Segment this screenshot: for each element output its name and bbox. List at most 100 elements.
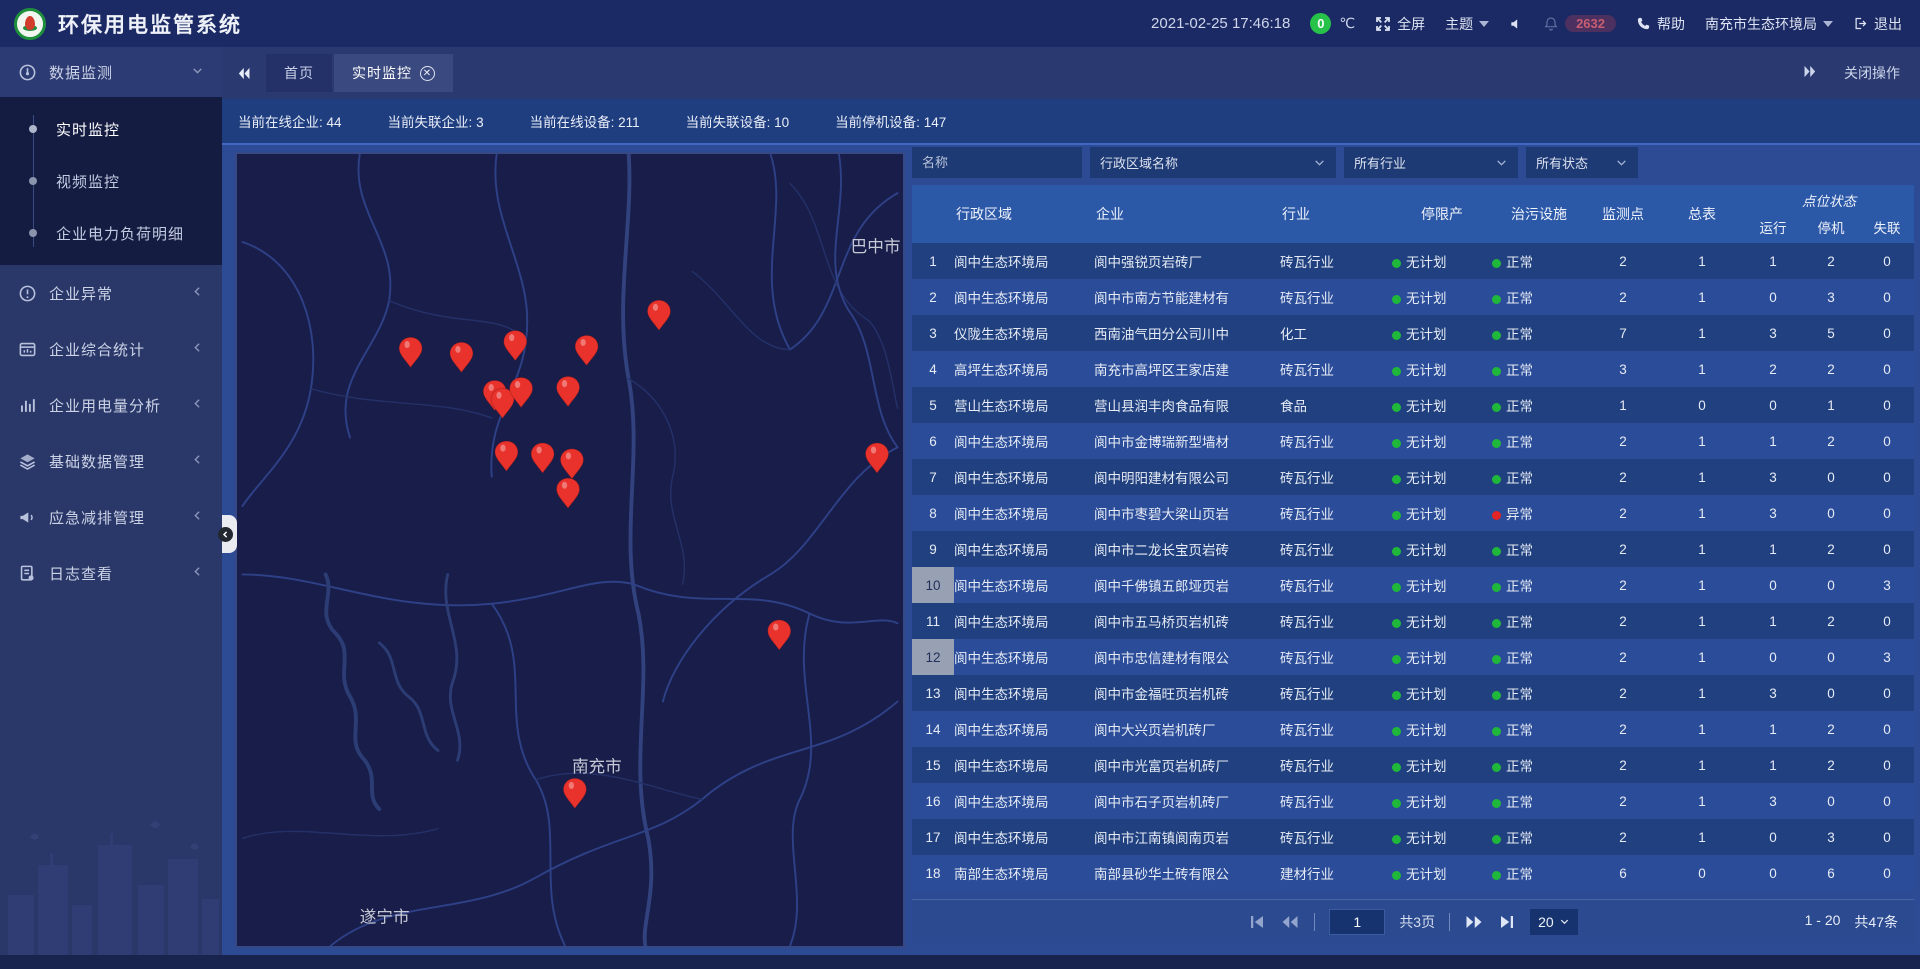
phone-icon	[1636, 16, 1651, 31]
company-cell: 阆中市江南镇阆南页岩	[1094, 827, 1280, 847]
map-pin[interactable]	[531, 443, 554, 473]
page-size-select[interactable]: 20	[1530, 909, 1578, 935]
fullscreen-button[interactable]: 全屏	[1375, 14, 1425, 34]
table-row[interactable]: 6阆中生态环境局阆中市金博瑞新型墙材砖瓦行业无计划正常21120	[912, 423, 1914, 459]
help-button[interactable]: 帮助	[1636, 14, 1685, 34]
limit-status-label: 无计划	[1406, 615, 1447, 630]
table-row[interactable]: 8阆中生态环境局阆中市枣碧大梁山页岩砖瓦行业无计划异常21300	[912, 495, 1914, 531]
industry-cell: 砖瓦行业	[1280, 431, 1392, 451]
sidebar-item-enterprise-abnormal[interactable]: 企业异常	[0, 265, 222, 321]
tab-0[interactable]: 首页	[266, 54, 332, 92]
region-cell: 营山生态环境局	[954, 395, 1094, 415]
table-row[interactable]: 12阆中生态环境局阆中市忠信建材有限公砖瓦行业无计划正常21003	[912, 639, 1914, 675]
industry-filter-select[interactable]: 所有行业	[1344, 147, 1518, 178]
row-number-cell: 6	[912, 423, 954, 459]
exit-button[interactable]: 退出	[1853, 14, 1902, 34]
facility-status-cell: 异常	[1492, 503, 1586, 523]
map-city-label: 南充市	[572, 757, 622, 776]
next-page-button[interactable]	[1464, 913, 1484, 931]
table-row[interactable]: 1阆中生态环境局阆中强锐页岩砖厂砖瓦行业无计划正常21120	[912, 243, 1914, 279]
pin-highlight	[404, 341, 409, 348]
stop-count-cell: 6	[1802, 866, 1860, 881]
stat-item-0: 当前在线企业: 44	[238, 111, 342, 131]
map-pin[interactable]	[399, 337, 422, 367]
tab-close-icon[interactable]: ✕	[420, 66, 435, 81]
prev-page-button[interactable]	[1280, 913, 1300, 931]
sidebar-item-data-monitor[interactable]: 数据监测	[0, 47, 222, 97]
table-row[interactable]: 18南部生态环境局南部县砂华土砖有限公建材行业无计划正常60060	[912, 855, 1914, 891]
facility-status-cell: 正常	[1492, 467, 1586, 487]
tab-scroll-right-button[interactable]	[1801, 63, 1818, 83]
region-filter-select[interactable]: 行政区域名称	[1090, 147, 1336, 178]
map-pin[interactable]	[648, 300, 671, 330]
close-operations-button[interactable]: 关闭操作	[1844, 63, 1900, 83]
filter-bar: 行政区域名称 所有行业 所有状态	[912, 147, 1914, 178]
alert-icon	[18, 284, 37, 303]
map-panel[interactable]: 巴中市南充市遂宁市	[235, 152, 905, 948]
stat-item-1: 当前失联企业: 3	[388, 111, 484, 131]
last-page-button[interactable]	[1498, 913, 1516, 931]
table-row[interactable]: 5营山生态环境局营山县润丰肉食品有限食品无计划正常10010	[912, 387, 1914, 423]
sidebar-subitem-0[interactable]: 实时监控	[0, 103, 222, 155]
facility-status-label: 正常	[1506, 471, 1533, 486]
map-pin[interactable]	[557, 377, 580, 407]
sidebar-item-power-analysis[interactable]: 企业用电量分析	[0, 377, 222, 433]
pin-icon	[648, 300, 671, 330]
table-row[interactable]: 10阆中生态环境局阆中千佛镇五郎垭页岩砖瓦行业无计划正常21003	[912, 567, 1914, 603]
status-filter-select[interactable]: 所有状态	[1526, 147, 1638, 178]
theme-menu[interactable]: 主题	[1445, 14, 1489, 34]
status-dot	[1392, 403, 1401, 412]
name-filter-input[interactable]	[912, 147, 1082, 178]
table-row[interactable]: 15阆中生态环境局阆中市光富页岩机砖厂砖瓦行业无计划正常21120	[912, 747, 1914, 783]
table-row[interactable]: 11阆中生态环境局阆中市五马桥页岩机砖砖瓦行业无计划正常21120	[912, 603, 1914, 639]
pin-highlight	[536, 447, 541, 454]
sidebar-subitem-1[interactable]: 视频监控	[0, 155, 222, 207]
first-page-button[interactable]	[1248, 913, 1266, 931]
table-row[interactable]: 17阆中生态环境局阆中市江南镇阆南页岩砖瓦行业无计划正常21030	[912, 819, 1914, 855]
table-row[interactable]: 14阆中生态环境局阆中大兴页岩机砖厂砖瓦行业无计划正常21120	[912, 711, 1914, 747]
company-cell: 营山县润丰肉食品有限	[1094, 395, 1280, 415]
datetime-label: 2021-02-25 17:46:18	[1151, 15, 1290, 32]
map-pin[interactable]	[575, 335, 598, 365]
industry-cell: 砖瓦行业	[1280, 467, 1392, 487]
lost-count-cell: 0	[1860, 470, 1914, 485]
sidebar-subitem-label: 企业电力负荷明细	[56, 223, 184, 244]
sidebar-item-emergency-reduce[interactable]: 应急减排管理	[0, 489, 222, 545]
speaker-icon	[1509, 17, 1523, 31]
tab-1[interactable]: 实时监控✕	[334, 54, 453, 92]
notification-button[interactable]: 2632	[1543, 15, 1616, 32]
page-input[interactable]	[1329, 909, 1385, 935]
map-road	[623, 154, 651, 946]
sidebar-item-base-data[interactable]: 基础数据管理	[0, 433, 222, 489]
mute-button[interactable]	[1509, 17, 1523, 31]
limit-status-label: 无计划	[1406, 759, 1447, 774]
facility-status-cell: 正常	[1492, 719, 1586, 739]
table-row[interactable]: 2阆中生态环境局阆中市南方节能建材有砖瓦行业无计划正常21030	[912, 279, 1914, 315]
sidebar-item-log-view[interactable]: 日志查看	[0, 545, 222, 601]
map-pin[interactable]	[768, 620, 791, 650]
map-pin[interactable]	[563, 778, 586, 808]
table-row[interactable]: 13阆中生态环境局阆中市金福旺页岩机砖砖瓦行业无计划正常21300	[912, 675, 1914, 711]
map-pin[interactable]	[495, 441, 518, 471]
map-pin[interactable]	[557, 478, 580, 508]
stat-value: 3	[476, 115, 484, 130]
map-road	[663, 447, 898, 701]
sidebar-subitem-2[interactable]: 企业电力负荷明细	[0, 207, 222, 259]
facility-status-label: 正常	[1506, 399, 1533, 414]
map-pin[interactable]	[450, 342, 473, 372]
limit-status-label: 无计划	[1406, 255, 1447, 270]
table-row[interactable]: 9阆中生态环境局阆中市二龙长宝页岩砖砖瓦行业无计划正常21120	[912, 531, 1914, 567]
status-dot	[1392, 259, 1401, 268]
table-row[interactable]: 16阆中生态环境局阆中市石子页岩机砖厂砖瓦行业无计划正常21300	[912, 783, 1914, 819]
map-pin[interactable]	[561, 449, 584, 479]
table-row[interactable]: 4高坪生态环境局南充市高坪区王家店建砖瓦行业无计划正常31220	[912, 351, 1914, 387]
map-collapse-button[interactable]	[222, 515, 237, 553]
tab-scroll-left-button[interactable]	[222, 65, 266, 82]
app-title: 环保用电监管系统	[58, 9, 242, 39]
table-row[interactable]: 3仪陇生态环境局西南油气田分公司川中化工无计划正常71350	[912, 315, 1914, 351]
divider	[1314, 913, 1315, 931]
map-pin[interactable]	[866, 443, 889, 473]
sidebar-item-enterprise-stats[interactable]: 企业综合统计	[0, 321, 222, 377]
table-row[interactable]: 7阆中生态环境局阆中明阳建材有限公司砖瓦行业无计划正常21300	[912, 459, 1914, 495]
org-menu[interactable]: 南充市生态环境局	[1705, 14, 1833, 34]
